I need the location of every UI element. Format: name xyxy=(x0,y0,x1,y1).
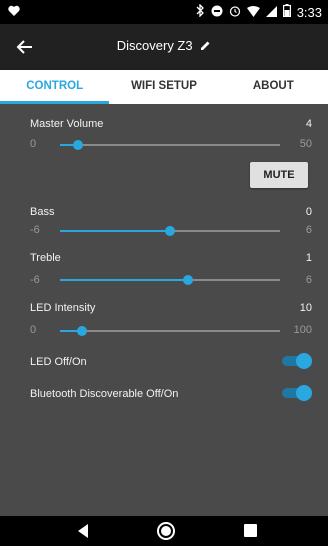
bluetooth-toggle-switch[interactable] xyxy=(282,385,312,401)
wifi-icon xyxy=(246,5,260,20)
treble-max: 6 xyxy=(305,274,312,286)
battery-icon xyxy=(282,4,291,20)
alarm-icon xyxy=(229,5,241,20)
home-nav-icon[interactable] xyxy=(156,521,176,546)
master-volume-slider[interactable] xyxy=(60,140,280,150)
master-volume-value: 4 xyxy=(305,118,312,130)
bass-value: 0 xyxy=(305,206,312,218)
navigation-bar xyxy=(0,516,328,546)
toggle-knob xyxy=(296,353,312,369)
pencil-icon[interactable] xyxy=(200,39,211,54)
bluetooth-icon xyxy=(196,3,205,20)
bluetooth-toggle-label: Bluetooth Discoverable Off/On xyxy=(30,388,179,400)
led-toggle-switch[interactable] xyxy=(282,353,312,369)
tab-control[interactable]: CONTROL xyxy=(0,70,110,104)
led-intensity-value: 10 xyxy=(299,302,312,314)
app-bar: Discovery Z3 xyxy=(0,24,328,70)
status-bar: 3:33 xyxy=(0,0,328,24)
slider-fill xyxy=(60,230,170,232)
treble-slider[interactable] xyxy=(60,275,280,285)
bass-min: -6 xyxy=(30,224,40,236)
recents-nav-icon[interactable] xyxy=(244,524,257,542)
mute-button[interactable]: MUTE xyxy=(250,162,308,188)
clock: 3:33 xyxy=(296,4,322,20)
device-title: Discovery Z3 xyxy=(116,38,193,53)
treble-value: 1 xyxy=(305,252,312,264)
slider-thumb[interactable] xyxy=(72,140,83,150)
bass-max: 6 xyxy=(305,224,312,236)
bass-slider[interactable] xyxy=(60,226,280,236)
tab-bar: CONTROL WIFI SETUP ABOUT xyxy=(0,70,328,104)
master-volume-max: 50 xyxy=(299,138,312,150)
heart-icon xyxy=(8,5,20,20)
treble-min: -6 xyxy=(30,274,40,286)
led-intensity-max: 100 xyxy=(293,324,312,336)
back-nav-icon[interactable] xyxy=(76,523,90,544)
slider-fill xyxy=(60,279,189,281)
do-not-disturb-icon xyxy=(211,5,223,20)
master-volume-label: Master Volume xyxy=(30,118,104,130)
slider-thumb[interactable] xyxy=(165,226,175,236)
led-toggle-label: LED Off/On xyxy=(30,356,87,368)
screen: 3:33 Discovery Z3 CONTROL WIFI SETUP ABO… xyxy=(0,0,328,546)
master-volume-min: 0 xyxy=(30,138,37,150)
slider-thumb[interactable] xyxy=(183,275,194,285)
led-intensity-slider[interactable] xyxy=(60,326,280,336)
cell-signal-icon xyxy=(265,5,277,20)
bass-label: Bass xyxy=(30,206,55,218)
tab-about[interactable]: ABOUT xyxy=(219,70,328,104)
toggle-knob xyxy=(296,385,312,401)
title-wrap: Discovery Z3 xyxy=(0,38,328,54)
slider-thumb[interactable] xyxy=(77,326,87,336)
tab-wifi-setup[interactable]: WIFI SETUP xyxy=(109,70,218,104)
led-intensity-min: 0 xyxy=(30,324,37,336)
led-intensity-label: LED Intensity xyxy=(30,302,96,314)
treble-label: Treble xyxy=(30,252,61,264)
